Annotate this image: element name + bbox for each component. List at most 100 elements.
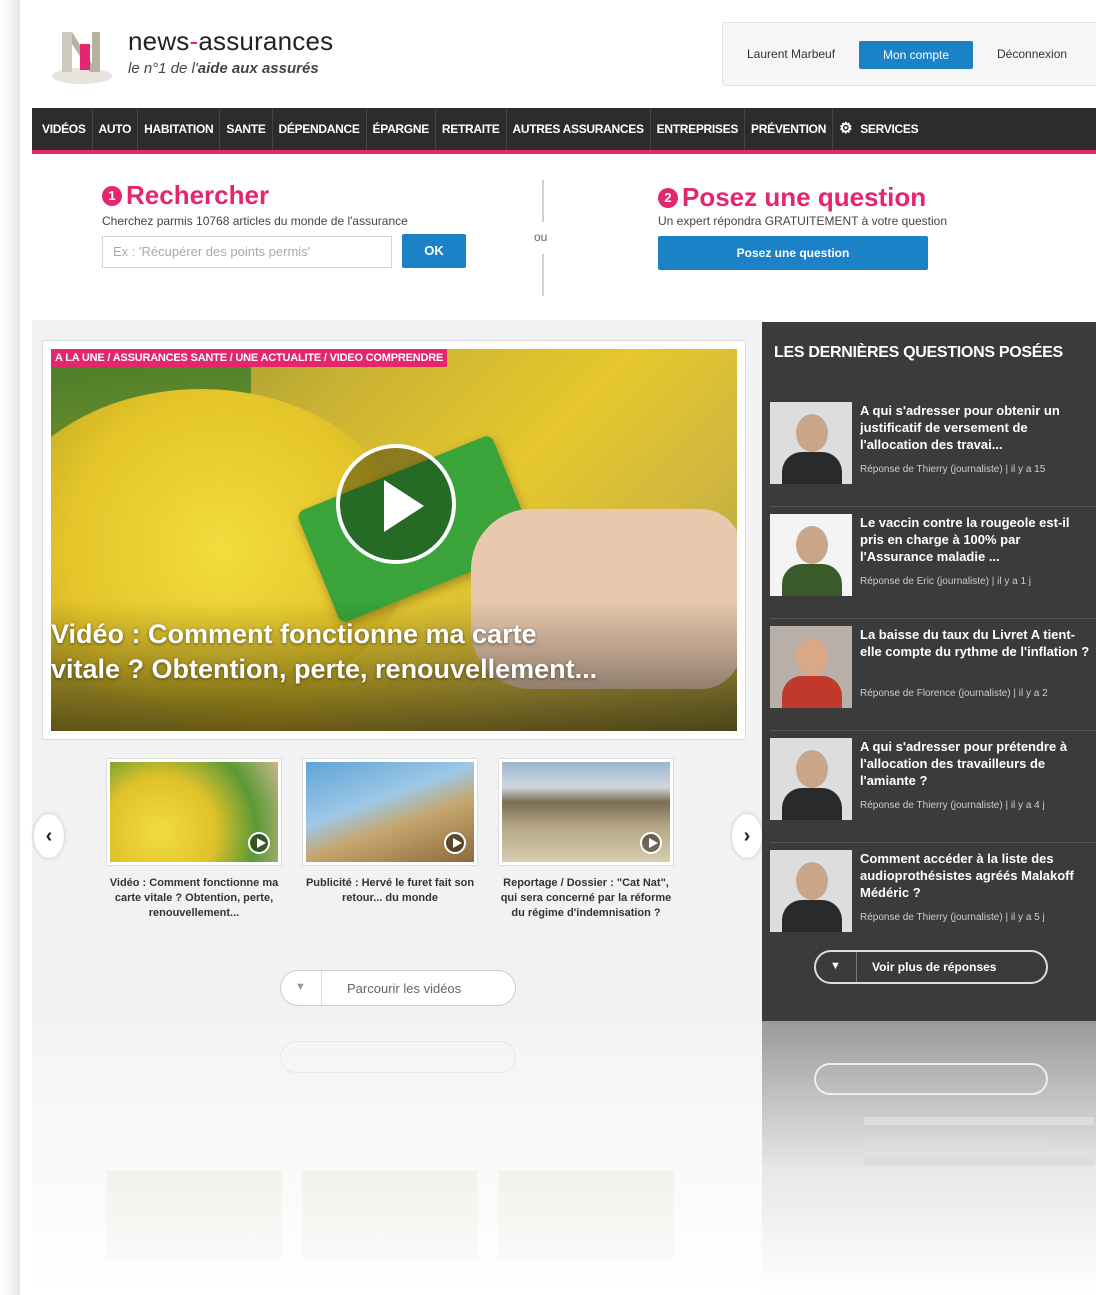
nav-item-dependance[interactable]: DÉPENDANCE: [273, 108, 367, 150]
featured-title-line1: Vidéo : Comment fonctionne ma carte: [51, 619, 537, 649]
ask-subtitle: Un expert répondra GRATUITEMENT à votre …: [658, 214, 948, 228]
question-title[interactable]: Le vaccin contre la rougeole est-il pris…: [860, 514, 1096, 565]
page: news-assurances le n°1 de l'aide aux ass…: [32, 0, 1096, 1021]
chevron-left-icon[interactable]: ‹: [34, 814, 64, 858]
avatar-head: [796, 750, 828, 788]
avatar-head: [796, 862, 828, 900]
nav-item-epargne[interactable]: ÉPARGNE: [367, 108, 436, 150]
featured-video[interactable]: A LA UNE / ASSURANCES SANTE / UNE ACTUAL…: [42, 340, 746, 740]
browse-videos-button[interactable]: ▼ Parcourir les vidéos: [280, 970, 516, 1006]
thumbnail-caption-2[interactable]: Publicité : Hervé le furet fait son reto…: [302, 876, 478, 906]
nav-item-habitation[interactable]: HABITATION: [138, 108, 221, 150]
step-number-2: 2: [658, 188, 678, 208]
featured-title[interactable]: Vidéo : Comment fonctionne ma carte vita…: [51, 617, 597, 687]
search-ok-button[interactable]: OK: [402, 234, 466, 268]
logout-link[interactable]: Déconnexion: [997, 47, 1067, 61]
gear-icon: ⚙: [839, 120, 853, 137]
left-shadow-strip: [0, 0, 20, 1295]
avatar: [770, 738, 852, 820]
video-thumbnail-3[interactable]: [498, 758, 674, 866]
question-item[interactable]: A qui s'adresser pour obtenir un justifi…: [770, 402, 1096, 512]
caret-down-icon: ▼: [830, 960, 841, 972]
more-answers-label: Voir plus de réponses: [872, 960, 997, 974]
search-input[interactable]: Ex : 'Récupérer des points permis': [102, 236, 392, 268]
sidebar-heading: LES DERNIÈRES QUESTIONS POSÉES: [774, 344, 1063, 361]
play-icon[interactable]: [336, 444, 456, 564]
avatar-body: [782, 564, 842, 596]
video-thumbnail-2[interactable]: [302, 758, 478, 866]
reflection-shape: [106, 1171, 282, 1261]
nav-item-retraite[interactable]: RETRAITE: [436, 108, 507, 150]
user-name[interactable]: Laurent Marbeuf: [747, 47, 835, 61]
separator: [770, 842, 1096, 843]
separator: [770, 506, 1096, 507]
play-icon: [444, 832, 466, 854]
avatar: [770, 626, 852, 708]
search-subtitle: Cherchez parmis 10768 articles du monde …: [102, 214, 408, 228]
tagline-bold: aide aux assurés: [197, 60, 319, 77]
featured-breadcrumb[interactable]: A LA UNE / ASSURANCES SANTE / UNE ACTUAL…: [51, 349, 448, 367]
nav-item-services[interactable]: ⚙ SERVICES: [833, 108, 924, 150]
thumbnail-caption-1[interactable]: Vidéo : Comment fonctionne ma carte vita…: [106, 876, 282, 921]
avatar: [770, 850, 852, 932]
button-separator: [856, 952, 857, 982]
video-thumbnail-1[interactable]: [106, 758, 282, 866]
thumbnail-image-1: [110, 762, 278, 862]
brand-name[interactable]: news-assurances: [128, 26, 333, 57]
chevron-right-icon[interactable]: ›: [732, 814, 762, 858]
nav-item-videos[interactable]: VIDÉOS: [36, 108, 93, 150]
brand-suffix: assurances: [198, 26, 334, 56]
search-heading: 1 Rechercher: [102, 180, 269, 211]
reflection-lines: [864, 1117, 1094, 1177]
thumbnail-caption-3[interactable]: Reportage / Dossier : "Cat Nat", qui ser…: [498, 876, 674, 921]
nav-item-sante[interactable]: SANTE: [220, 108, 273, 150]
featured-video-image[interactable]: A LA UNE / ASSURANCES SANTE / UNE ACTUAL…: [51, 349, 737, 731]
or-label: ou: [534, 230, 548, 244]
avatar: [770, 514, 852, 596]
question-item[interactable]: A qui s'adresser pour prétendre à l'allo…: [770, 730, 1096, 848]
nav-item-prevention[interactable]: PRÉVENTION: [745, 108, 834, 150]
reflection-line: [864, 1137, 1048, 1145]
avatar-head: [796, 414, 828, 452]
page-reflection: [32, 1021, 1096, 1295]
question-meta: Réponse de Thierry (journaliste) | il y …: [860, 912, 1045, 923]
ask-question-button[interactable]: Posez une question: [658, 236, 928, 270]
question-item[interactable]: Comment accéder à la liste des audioprot…: [770, 842, 1096, 960]
play-icon: [248, 832, 270, 854]
ask-heading: 2 Posez une question: [658, 182, 926, 213]
question-title[interactable]: La baisse du taux du Livret A tient-elle…: [860, 626, 1096, 660]
ask-title: Posez une question: [682, 182, 927, 212]
brand-prefix: news: [128, 26, 190, 56]
avatar-body: [782, 900, 842, 932]
question-meta: Réponse de Thierry (journaliste) | il y …: [860, 800, 1045, 811]
reflection-shape: [280, 1041, 516, 1073]
avatar-body: [782, 452, 842, 484]
question-item[interactable]: Le vaccin contre la rougeole est-il pris…: [770, 506, 1096, 624]
tagline: le n°1 de l'aide aux assurés: [128, 60, 319, 77]
my-account-button[interactable]: Mon compte: [859, 41, 973, 69]
question-meta: Réponse de Eric (journaliste) | il y a 1…: [860, 576, 1032, 587]
main-nav: VIDÉOS AUTO HABITATION SANTE DÉPENDANCE …: [32, 108, 1096, 154]
question-meta: Réponse de Thierry (journaliste) | il y …: [860, 464, 1046, 475]
avatar-head: [796, 526, 828, 564]
nav-item-entreprises[interactable]: ENTREPRISES: [651, 108, 746, 150]
featured-title-line2: vitale ? Obtention, perte, renouvellemen…: [51, 654, 598, 684]
thumbnail-image-3: [502, 762, 670, 862]
question-title[interactable]: Comment accéder à la liste des audioprot…: [860, 850, 1096, 901]
video-area: A LA UNE / ASSURANCES SANTE / UNE ACTUAL…: [32, 320, 762, 1021]
nav-item-auto[interactable]: AUTO: [93, 108, 139, 150]
question-meta: Réponse de Florence (journaliste) | il y…: [860, 688, 1048, 699]
button-separator: [321, 971, 322, 1005]
more-answers-button[interactable]: ▼ Voir plus de réponses: [814, 950, 1048, 984]
reflection-line: [864, 1117, 1094, 1125]
play-icon: [640, 832, 662, 854]
question-item[interactable]: La baisse du taux du Livret A tient-elle…: [770, 618, 1096, 736]
reflection-shape: [814, 1063, 1048, 1095]
nav-item-autres-assurances[interactable]: AUTRES ASSURANCES: [507, 108, 651, 150]
question-title[interactable]: A qui s'adresser pour prétendre à l'allo…: [860, 738, 1096, 789]
logo-icon[interactable]: [52, 24, 120, 86]
step-number-1: 1: [102, 186, 122, 206]
question-title[interactable]: A qui s'adresser pour obtenir un justifi…: [860, 402, 1096, 453]
divider-bottom: [542, 254, 544, 296]
avatar-head: [796, 638, 828, 676]
